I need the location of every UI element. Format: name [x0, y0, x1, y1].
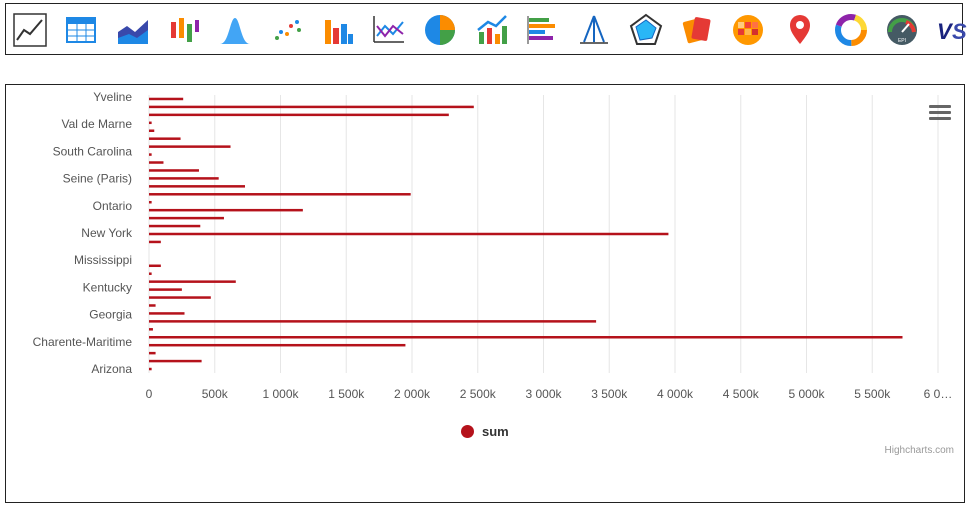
bar[interactable] — [149, 367, 152, 371]
bar[interactable] — [149, 296, 211, 299]
heatmap-icon[interactable] — [730, 12, 766, 48]
y-tick-label: New York — [81, 226, 133, 240]
pie-chart-icon[interactable] — [422, 12, 458, 48]
map-pin-icon[interactable] — [782, 12, 818, 48]
x-tick-label: 5 500k — [854, 387, 891, 401]
bar[interactable] — [149, 105, 474, 109]
gauge-icon[interactable]: EPI — [884, 12, 920, 48]
bar-list-icon[interactable] — [525, 12, 561, 48]
y-tick-label: Charente-Maritime — [33, 335, 133, 349]
x-tick-label: 500k — [202, 387, 229, 401]
bar[interactable] — [149, 208, 303, 212]
multi-line-icon[interactable] — [371, 12, 407, 48]
y-tick-label: Mississippi — [74, 253, 132, 267]
bar[interactable] — [149, 359, 202, 363]
bar[interactable] — [149, 320, 597, 323]
x-tick-label: 3 000k — [525, 387, 562, 401]
y-tick-label: Georgia — [89, 308, 132, 322]
y-tick-label: Ontario — [93, 199, 133, 213]
combo-chart-icon[interactable] — [474, 12, 510, 48]
bar[interactable] — [149, 272, 152, 275]
tripod-icon[interactable] — [576, 12, 612, 48]
x-tick-label: 0 — [146, 387, 153, 401]
chart-type-toolbar: EPI V S — [5, 3, 967, 55]
bar[interactable] — [149, 121, 152, 125]
y-tick-label: Kentucky — [83, 280, 132, 294]
bar[interactable] — [149, 312, 185, 315]
bar[interactable] — [149, 351, 156, 355]
bar[interactable] — [149, 129, 155, 132]
bar[interactable] — [149, 232, 669, 236]
cards-icon[interactable] — [679, 12, 715, 48]
x-tick-label: 4 500k — [723, 387, 760, 401]
legend-marker — [461, 424, 474, 438]
x-tick-label: 2 000k — [394, 387, 431, 401]
bar[interactable] — [149, 177, 219, 180]
legend-item-sum[interactable]: sum — [461, 421, 509, 441]
bar[interactable] — [149, 193, 411, 196]
bar[interactable] — [149, 240, 161, 244]
bar[interactable] — [149, 224, 201, 228]
bar[interactable] — [149, 343, 406, 347]
y-tick-label: Arizona — [91, 362, 132, 376]
credits-link[interactable]: Highcharts.com — [885, 445, 954, 456]
bar[interactable] — [149, 185, 245, 188]
bar[interactable] — [149, 161, 164, 164]
table-icon[interactable] — [63, 12, 99, 48]
y-tick-label: South Carolina — [53, 144, 133, 158]
x-tick-label: 1 500k — [328, 387, 365, 401]
svg-text:EPI: EPI — [898, 38, 906, 44]
bar[interactable] — [149, 288, 182, 291]
candlestick-icon[interactable] — [166, 12, 202, 48]
line-chart-icon[interactable] — [12, 12, 48, 48]
bar[interactable] — [149, 336, 903, 339]
scatter-icon[interactable] — [269, 12, 305, 48]
bar[interactable] — [149, 145, 231, 148]
bar[interactable] — [149, 113, 449, 117]
x-tick-label: 3 500k — [591, 387, 628, 401]
x-tick-label: 2 500k — [460, 387, 497, 401]
bar[interactable] — [149, 328, 153, 331]
chart-container: 0 500k 1 000k 1 500k 2 000k 2 500k 3 000k 3 500… — [5, 84, 965, 503]
hamburger-menu-icon[interactable] — [929, 105, 951, 123]
legend-label: sum — [482, 423, 509, 439]
x-tick-label: 6 0… — [924, 387, 953, 401]
bar[interactable] — [149, 200, 152, 204]
x-tick-label: 1 000k — [262, 387, 299, 401]
y-tick-label: Yveline — [93, 90, 132, 104]
bar[interactable] — [149, 153, 152, 156]
column-chart-icon[interactable] — [320, 12, 356, 48]
bar[interactable] — [149, 280, 236, 283]
bar[interactable] — [149, 304, 156, 307]
donut-icon[interactable] — [833, 12, 869, 48]
y-tick-label: Seine (Paris) — [63, 172, 132, 186]
y-tick-label: Val de Marne — [62, 117, 133, 131]
area-chart-icon[interactable] — [115, 12, 151, 48]
radar-icon[interactable] — [628, 12, 664, 48]
x-tick-label: 5 000k — [788, 387, 825, 401]
x-tick-label: 4 000k — [657, 387, 694, 401]
bar[interactable] — [149, 169, 199, 172]
svg-text:S: S — [952, 19, 967, 44]
bar[interactable] — [149, 137, 181, 140]
bell-curve-icon[interactable] — [217, 12, 253, 48]
versus-icon[interactable]: VS — [935, 12, 970, 48]
bar[interactable] — [149, 264, 161, 268]
bar[interactable] — [149, 216, 224, 220]
bar[interactable] — [149, 97, 184, 101]
